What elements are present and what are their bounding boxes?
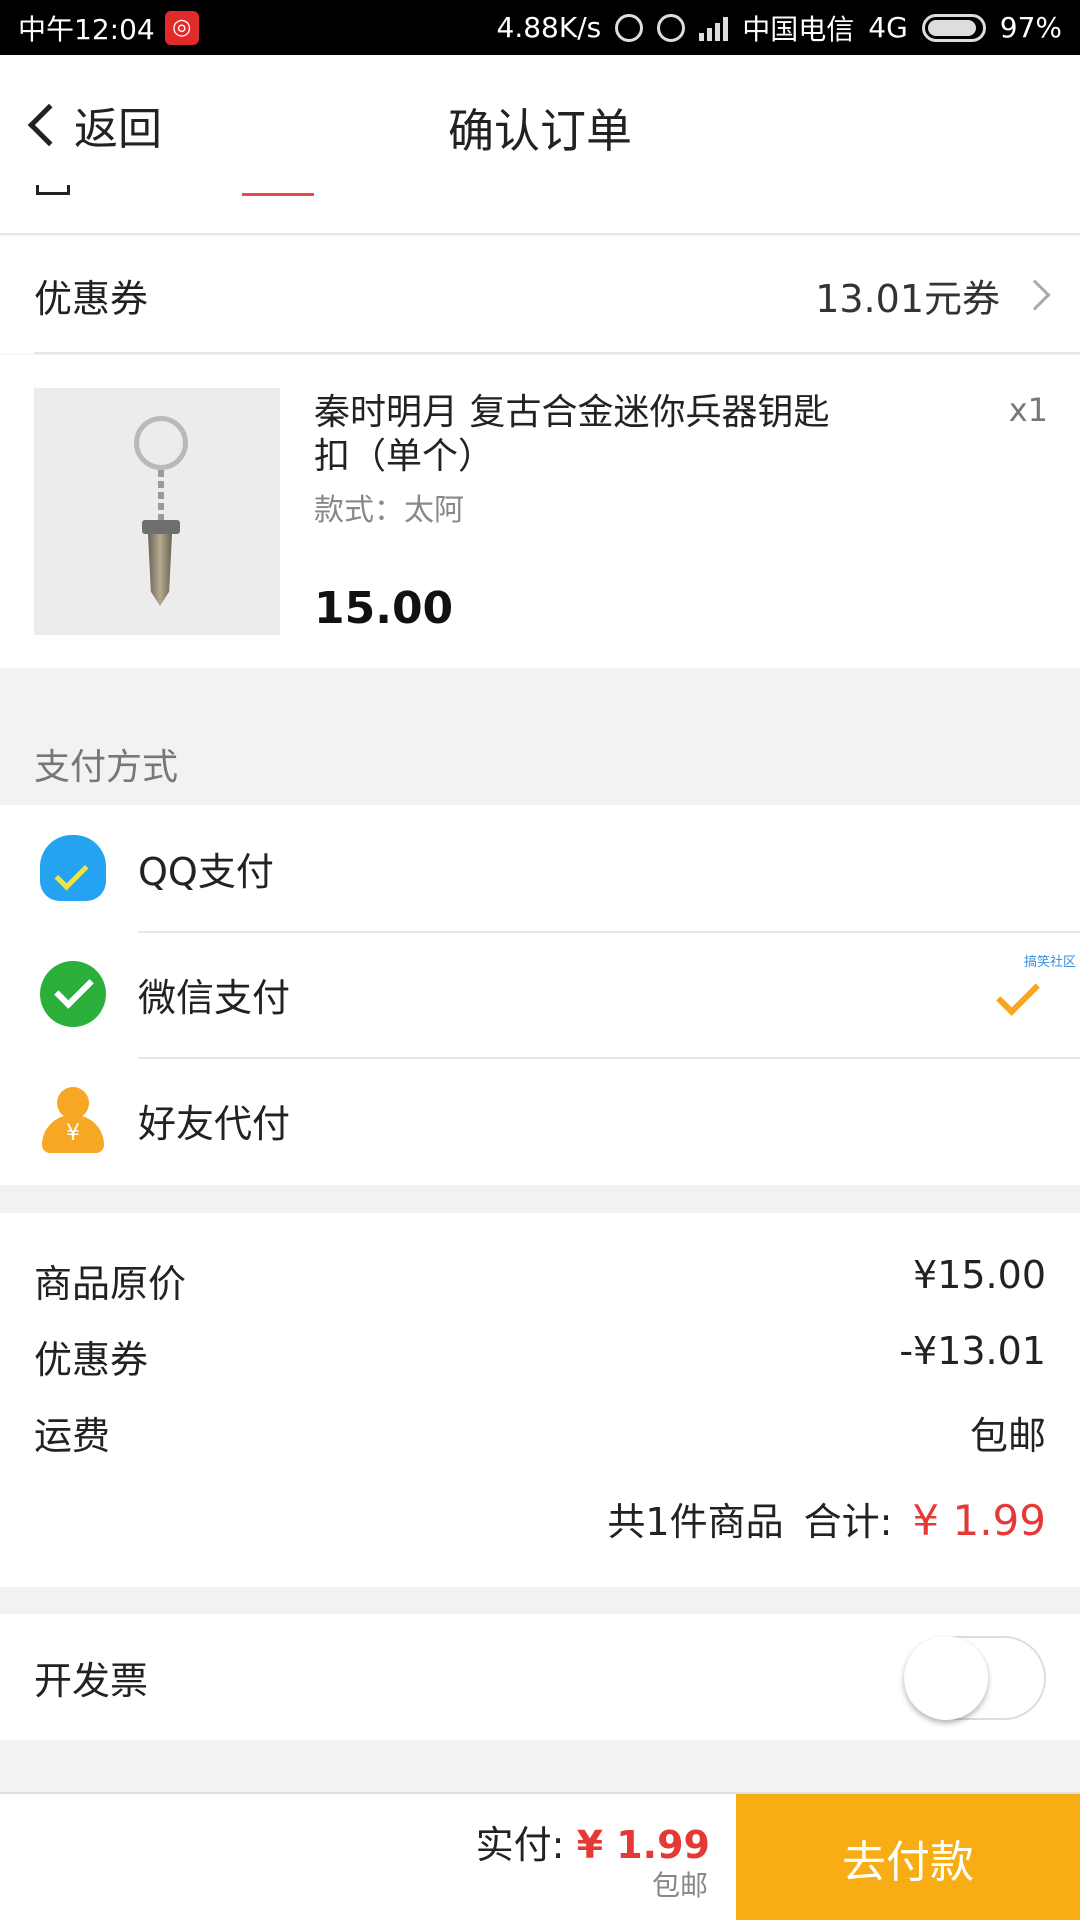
netease-music-icon: ◎ xyxy=(164,10,199,45)
checkmark-icon xyxy=(996,972,1040,1016)
cropped-underline xyxy=(242,193,314,196)
payment-methods: QQ支付 微信支付 ¥ 好友代付 搞笑社区 xyxy=(0,805,1080,1185)
battery-percent: 97% xyxy=(999,11,1062,44)
total-label: 合计: xyxy=(803,1500,893,1544)
summary-label: 运费 xyxy=(34,1414,111,1458)
invoice-row: 开发票 xyxy=(0,1614,1080,1740)
shipping-note: 包邮 xyxy=(651,1869,708,1902)
summary-label: 商品原价 xyxy=(34,1262,187,1306)
checkout-bar: 实付: ¥ 1.99 包邮 去付款 xyxy=(0,1792,1080,1920)
page-title: 确认订单 xyxy=(448,104,632,158)
product-title: 秦时明月 复古合金迷你兵器钥匙扣（单个） xyxy=(314,392,830,477)
amount-due-label: 实付: xyxy=(475,1823,565,1867)
battery-icon xyxy=(921,13,986,42)
payment-header: 支付方式 xyxy=(34,747,179,788)
item-count: 共1件商品 xyxy=(607,1500,784,1544)
wechat-icon xyxy=(40,961,106,1027)
product-spec: 款式：太阿 xyxy=(314,493,464,528)
summary-row: 优惠券 -¥13.01 xyxy=(34,1329,1046,1384)
amount-due-value: ¥ 1.99 xyxy=(576,1823,710,1867)
coupon-row[interactable]: 优惠券 13.01元券 xyxy=(0,236,1080,354)
total-line: 共1件商品 合计: ¥ 1.99 xyxy=(607,1491,1046,1546)
cropped-icon xyxy=(36,185,70,195)
total-amount: ¥ 1.99 xyxy=(912,1496,1046,1545)
coupon-value: 13.01元券 xyxy=(815,276,1000,321)
qq-icon xyxy=(40,835,106,901)
scrolled-content-fragment xyxy=(0,185,1080,235)
chevron-right-icon xyxy=(1019,279,1051,311)
amount-due: 实付: ¥ 1.99 xyxy=(476,1814,710,1869)
watermark: 搞笑社区 xyxy=(1023,955,1076,970)
invoice-toggle[interactable] xyxy=(904,1636,1046,1720)
toggle-knob xyxy=(904,1636,988,1720)
summary-value: -¥13.01 xyxy=(899,1329,1046,1373)
summary-label: 优惠券 xyxy=(34,1338,149,1382)
payment-label: 微信支付 xyxy=(138,975,291,1020)
coupon-label: 优惠券 xyxy=(34,276,149,321)
payment-label: QQ支付 xyxy=(138,849,274,894)
nav-bar: 返回 确认订单 xyxy=(0,55,1080,185)
payment-option-friend[interactable]: ¥ 好友代付 xyxy=(0,1057,1080,1183)
status-bar: 中午12:04 ◎ 4.88K/s 中国电信 4G 97% xyxy=(0,0,1080,55)
payment-option-qq[interactable]: QQ支付 xyxy=(0,805,1080,931)
product-image xyxy=(34,388,280,635)
carrier: 中国电信 xyxy=(742,12,855,46)
summary-value: ¥15.00 xyxy=(913,1253,1046,1297)
payment-label: 好友代付 xyxy=(138,1101,291,1146)
net-speed: 4.88K/s xyxy=(496,11,602,44)
friend-pay-icon: ¥ xyxy=(40,1087,106,1153)
product-card[interactable]: 秦时明月 复古合金迷你兵器钥匙扣（单个） x1 款式：太阿 15.00 xyxy=(0,355,1080,668)
summary-row: 运费 包邮 xyxy=(34,1405,1046,1460)
status-time: 中午12:04 xyxy=(18,12,155,46)
alarm-icon xyxy=(657,13,686,42)
bell-muted-icon xyxy=(615,13,644,42)
summary-value: 包邮 xyxy=(969,1414,1046,1458)
summary-row: 商品原价 ¥15.00 xyxy=(34,1253,1046,1308)
price-summary: 商品原价 ¥15.00 优惠券 -¥13.01 运费 包邮 共1件商品 合计: … xyxy=(0,1213,1080,1587)
signal-icon xyxy=(699,15,729,41)
payment-option-wechat[interactable]: 微信支付 xyxy=(0,931,1080,1057)
network-type: 4G xyxy=(868,11,908,44)
pay-button[interactable]: 去付款 xyxy=(736,1794,1080,1920)
invoice-label: 开发票 xyxy=(34,1658,149,1703)
product-quantity: x1 xyxy=(1008,391,1048,429)
product-price: 15.00 xyxy=(314,583,454,634)
